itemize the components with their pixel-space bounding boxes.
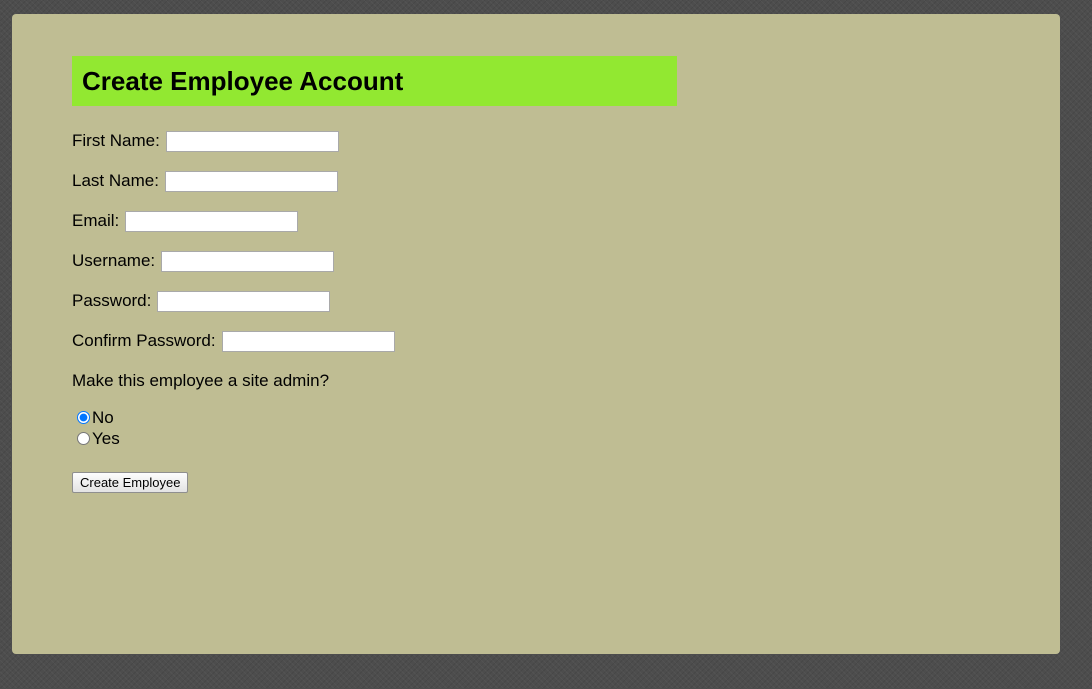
admin-yes-label[interactable]: Yes [92, 429, 120, 449]
username-row: Username: [72, 250, 972, 272]
admin-yes-radio[interactable] [77, 432, 90, 445]
admin-option-yes: Yes [72, 428, 972, 449]
title-bar: Create Employee Account [72, 56, 677, 106]
confirm-password-label: Confirm Password: [72, 331, 216, 350]
last-name-label: Last Name: [72, 171, 159, 190]
page: { "form": { "title": "Create Employee Ac… [0, 0, 1092, 689]
create-employee-form: First Name: Last Name: Email: Username: … [72, 130, 972, 493]
first-name-input[interactable] [165, 130, 339, 152]
email-input[interactable] [125, 210, 299, 232]
page-title: Create Employee Account [82, 65, 404, 96]
password-input[interactable] [157, 290, 331, 312]
admin-radio-group: No Yes [72, 407, 972, 449]
email-label: Email: [72, 211, 120, 230]
confirm-password-row: Confirm Password: [72, 330, 972, 352]
password-row: Password: [72, 290, 972, 312]
create-employee-button[interactable]: Create Employee [72, 472, 189, 493]
username-input[interactable] [161, 250, 335, 272]
form-container: Create Employee Account First Name: Last… [72, 56, 972, 493]
last-name-input[interactable] [164, 170, 338, 192]
admin-no-label[interactable]: No [92, 408, 114, 428]
admin-no-radio[interactable] [77, 411, 90, 424]
main-panel: Create Employee Account First Name: Last… [12, 14, 1060, 654]
first-name-label: First Name: [72, 131, 160, 150]
admin-option-no: No [72, 407, 972, 428]
confirm-password-input[interactable] [221, 330, 395, 352]
username-label: Username: [72, 251, 156, 270]
first-name-row: First Name: [72, 130, 972, 152]
admin-question: Make this employee a site admin? [72, 371, 330, 390]
email-row: Email: [72, 210, 972, 232]
last-name-row: Last Name: [72, 170, 972, 192]
password-label: Password: [72, 291, 152, 310]
